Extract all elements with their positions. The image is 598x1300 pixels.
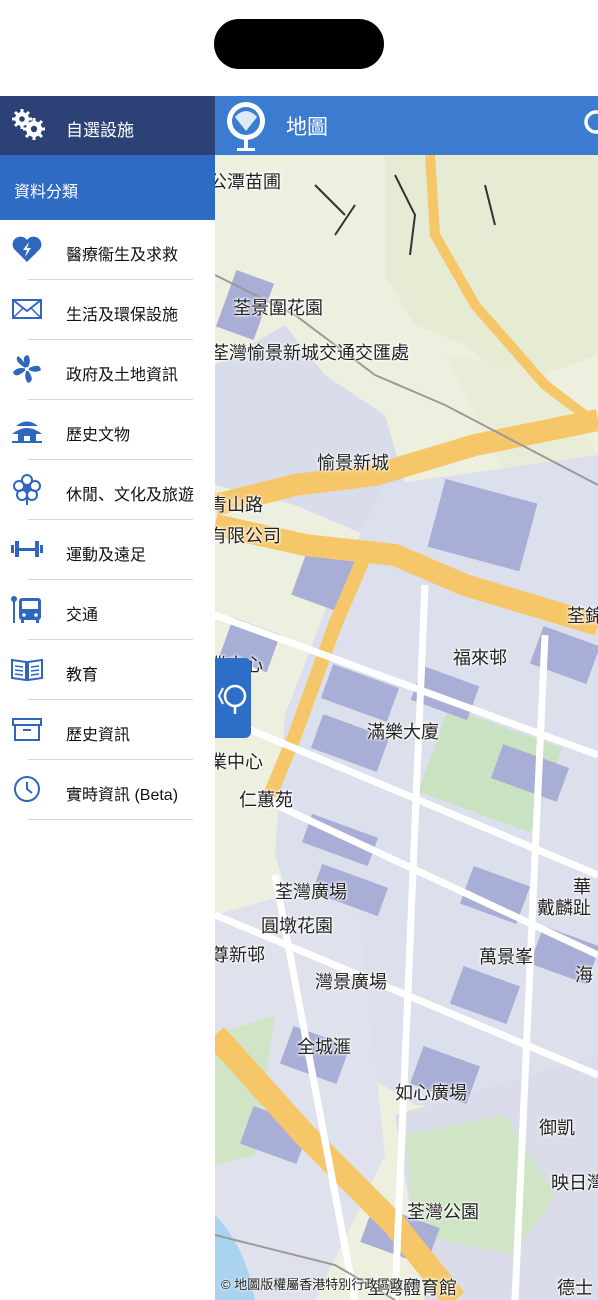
book-icon xyxy=(11,658,43,682)
menu-item-history-info[interactable]: 歷史資訊 xyxy=(0,700,215,760)
map-label: 公潭苗圃 xyxy=(215,172,281,192)
menu-item-label: 生活及環保設施 xyxy=(66,307,179,324)
map-label: 有限公司 xyxy=(215,526,281,546)
map-label: 映日灣 xyxy=(551,1173,598,1193)
menu-item-living[interactable]: 生活及環保設施 xyxy=(0,280,215,340)
map-label: 尊新邨 xyxy=(215,945,265,965)
menu-item-label: 歷史文物 xyxy=(66,427,131,444)
envelope-icon xyxy=(12,299,42,319)
map-label: 福來邨 xyxy=(453,648,507,668)
map-label: 荃灣愉景新城交通交匯處 xyxy=(215,343,409,363)
dynamic-island xyxy=(214,19,384,69)
pagoda-icon xyxy=(12,421,42,443)
medical-heart-icon xyxy=(12,236,42,262)
menu-item-label: 政府及土地資訊 xyxy=(66,367,179,384)
map-label: 萬景峯 xyxy=(479,947,533,967)
category-menu: 醫療衞生及求救 生活及環保設施 政府及土地資訊 歷史文物 休閒、文化及旅遊 運動… xyxy=(0,220,215,820)
dumbbell-icon xyxy=(11,541,43,557)
bus-stop-icon xyxy=(11,596,41,623)
map-label: 業中心 xyxy=(215,752,263,772)
menu-item-label: 教育 xyxy=(66,667,99,684)
menu-item-label: 醫療衞生及求救 xyxy=(66,247,179,264)
app-logo-icon xyxy=(227,102,265,151)
map-title: 地圖 xyxy=(286,116,328,139)
map-label: 愉景新城 xyxy=(317,453,389,473)
divider xyxy=(28,819,193,820)
map-label: 如心廣場 xyxy=(395,1083,467,1103)
gear-icon xyxy=(12,109,45,140)
clock-icon xyxy=(14,776,40,802)
map-copyright: © 地圖版權屬香港特別行政區政府 xyxy=(221,1277,417,1292)
menu-item-sports[interactable]: 運動及遠足 xyxy=(0,520,215,580)
search-icon[interactable] xyxy=(582,108,598,138)
locate-icon xyxy=(217,684,247,714)
map-label: 德士 xyxy=(557,1278,593,1298)
bauhinia-icon xyxy=(13,355,41,383)
map-label: 灣景廣場 xyxy=(315,972,387,992)
drawer-header[interactable]: 自選設施 xyxy=(0,96,215,155)
drawer-header-title: 自選設施 xyxy=(66,121,134,140)
map-label: 荃錦 xyxy=(567,606,598,626)
side-drawer: 自選設施 資料分類 醫療衞生及求救 生活及環保設施 政府及土地資訊 歷史文物 休… xyxy=(0,96,215,1300)
flower-icon xyxy=(13,474,41,505)
map-label: 圓墩花園 xyxy=(261,916,333,936)
menu-item-transport[interactable]: 交通 xyxy=(0,580,215,640)
map-label: 荃灣廣場 xyxy=(275,882,347,902)
map-label: 仁蕙苑 xyxy=(239,790,293,810)
category-header: 資料分類 xyxy=(0,155,215,220)
status-bar xyxy=(0,0,598,96)
map-panel[interactable]: 地圖 公潭苗圃 荃景圍花園 荃灣愉景新城交通交匯處 愉景新城 青山路 有限公司 … xyxy=(215,96,598,1300)
map-label: 全城滙 xyxy=(297,1037,351,1057)
map-label: 御凱 xyxy=(539,1118,575,1138)
menu-item-realtime[interactable]: 實時資訊 (Beta) xyxy=(0,760,215,820)
menu-item-label: 交通 xyxy=(66,607,99,624)
category-header-label: 資料分類 xyxy=(14,184,79,201)
menu-item-leisure[interactable]: 休閒、文化及旅遊 xyxy=(0,460,215,520)
menu-item-label: 休閒、文化及旅遊 xyxy=(66,487,195,504)
menu-item-label: 歷史資訊 xyxy=(66,727,131,744)
map-label: 荃灣公園 xyxy=(407,1202,479,1222)
map-label: 海 xyxy=(575,965,593,985)
menu-item-label: 運動及遠足 xyxy=(66,547,147,564)
menu-item-heritage[interactable]: 歷史文物 xyxy=(0,400,215,460)
menu-item-government[interactable]: 政府及土地資訊 xyxy=(0,340,215,400)
locate-button[interactable] xyxy=(215,658,251,738)
map-label: 滿樂大廈 xyxy=(367,722,439,742)
map-label: 戴麟趾 xyxy=(537,898,591,918)
archive-box-icon xyxy=(12,718,42,741)
map-label: 青山路 xyxy=(215,495,263,515)
map-top-bar: 地圖 xyxy=(215,96,598,155)
menu-item-education[interactable]: 教育 xyxy=(0,640,215,700)
menu-item-medical[interactable]: 醫療衞生及求救 xyxy=(0,220,215,280)
map-label: 荃景圍花園 xyxy=(233,298,323,318)
menu-item-label: 實時資訊 (Beta) xyxy=(66,787,179,804)
